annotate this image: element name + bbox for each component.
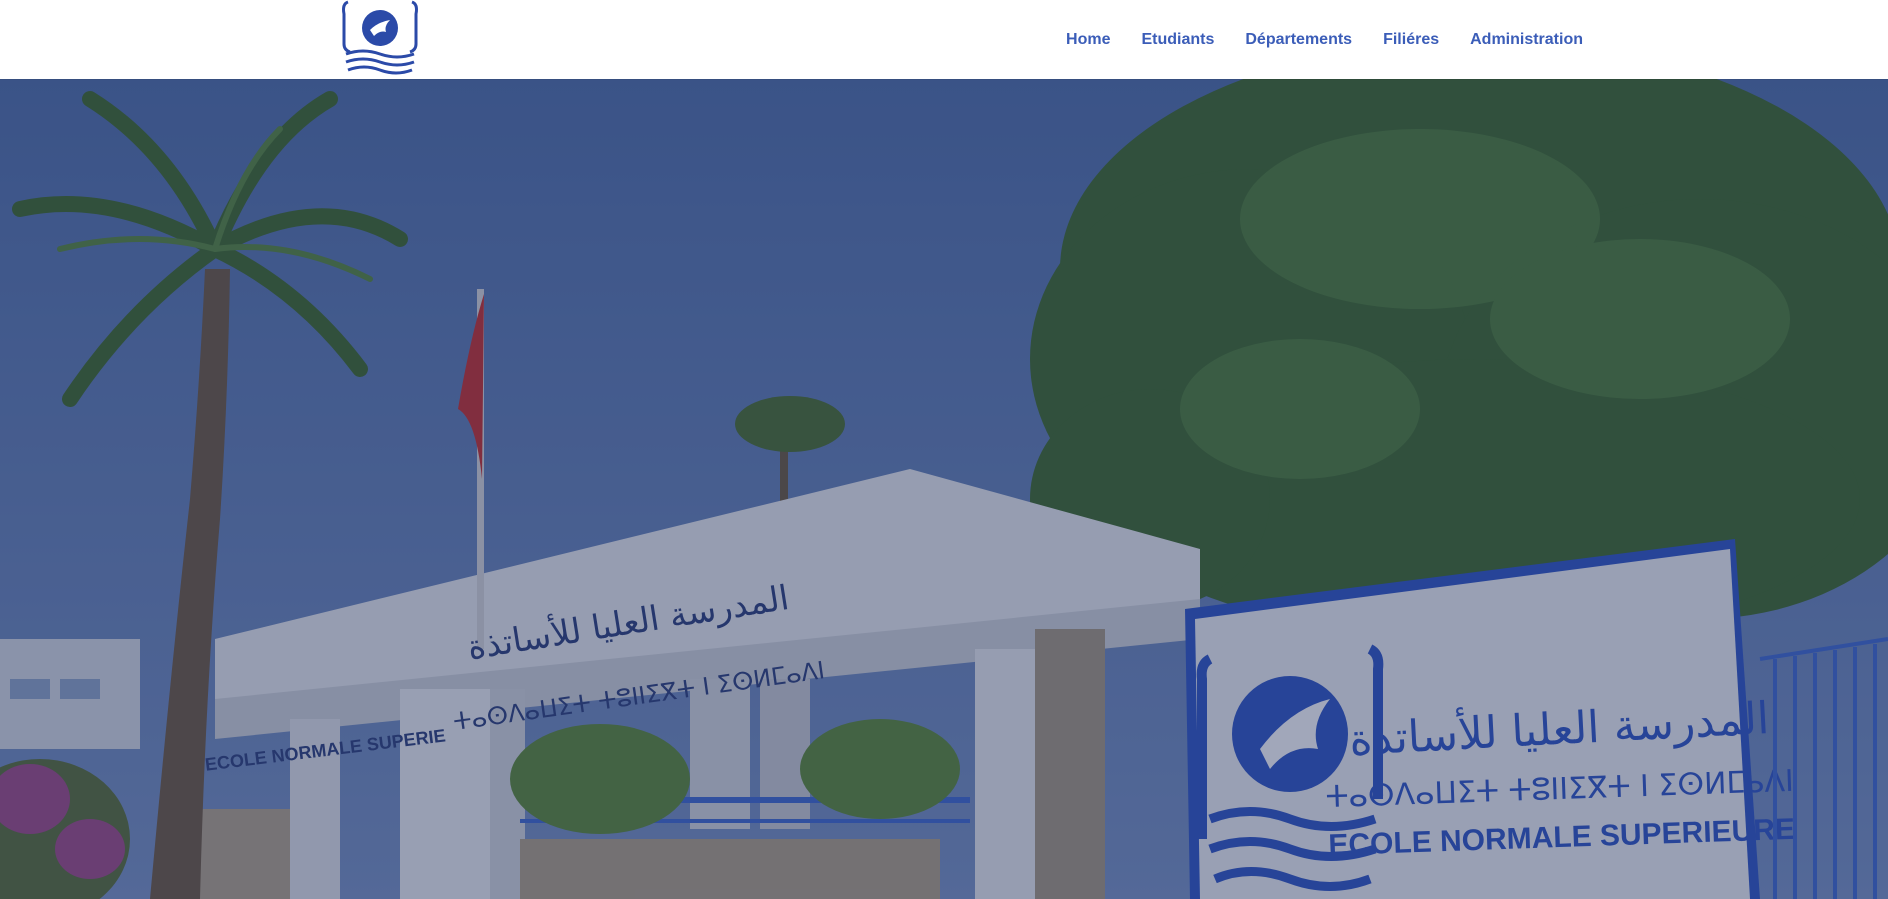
main-nav: Home Etudiants Départements Filiéres Adm… bbox=[1051, 0, 1583, 79]
nav-administration[interactable]: Administration bbox=[1455, 0, 1583, 79]
ens-logo-link[interactable] bbox=[340, 0, 420, 78]
campus-photo: المدرسة العليا للأساتذة ⵜⴰⵙⴷⴰⵡⵉⵜ ⵜⵓⵏⵏⵉⴳⵜ… bbox=[0, 79, 1888, 899]
hero-banner: المدرسة العليا للأساتذة ⵜⴰⵙⴷⴰⵡⵉⵜ ⵜⵓⵏⵏⵉⴳⵜ… bbox=[0, 79, 1888, 899]
nav-departements[interactable]: Départements bbox=[1230, 0, 1368, 79]
nav-etudiants[interactable]: Etudiants bbox=[1126, 0, 1230, 79]
site-header: Home Etudiants Départements Filiéres Adm… bbox=[0, 0, 1888, 79]
ens-dove-globe-logo-icon bbox=[342, 0, 418, 75]
nav-home[interactable]: Home bbox=[1051, 0, 1126, 79]
nav-filieres[interactable]: Filiéres bbox=[1368, 0, 1455, 79]
